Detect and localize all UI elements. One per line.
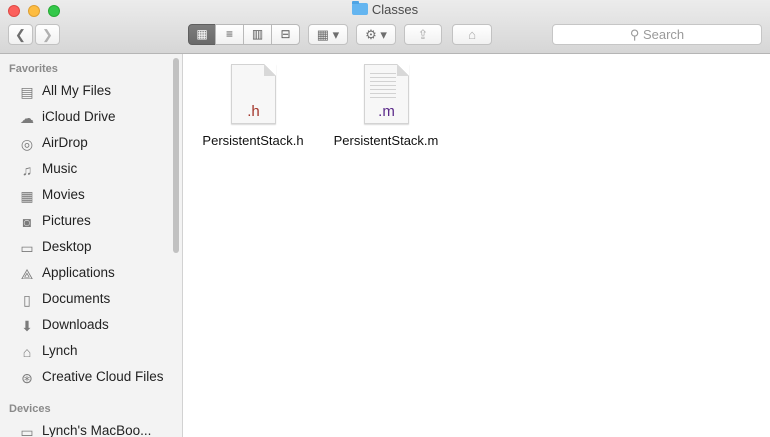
file-item-persistentstack-m[interactable]: .m PersistentStack.m [326, 64, 446, 164]
cloud-icon: ☁ [20, 110, 34, 126]
file-name: PersistentStack.h [202, 133, 304, 148]
sidebar-item-creative-cloud-files[interactable]: ⊛ Creative Cloud Files [0, 365, 170, 391]
column-view-button[interactable]: ▥ [243, 24, 272, 45]
sidebar-item-airdrop[interactable]: ◎ AirDrop [0, 131, 170, 157]
share-button[interactable]: ⇪ [404, 24, 442, 45]
sidebar-item-label: Downloads [42, 317, 109, 332]
gear-icon: ⚙ ▾ [365, 27, 387, 42]
sidebar-item-label: Lynch [42, 343, 78, 358]
applications-icon: ⟁ [20, 266, 34, 282]
icon-view-button[interactable]: ▦ [188, 24, 216, 45]
sidebar-item-applications[interactable]: ⟁ Applications [0, 261, 170, 287]
sidebar-scrollbar[interactable] [173, 58, 179, 253]
music-note-icon: ♫ [21, 162, 33, 178]
forward-button[interactable]: ❯ [35, 24, 60, 45]
search-field[interactable]: ⚲ Search [552, 24, 762, 45]
back-button[interactable]: ❮ [8, 24, 33, 45]
folder-icon [351, 1, 368, 15]
sidebar-item-lynch[interactable]: ⌂ Lynch [0, 339, 170, 365]
cover-flow-icon: ⊟ [280, 27, 291, 41]
sidebar-item-label: Applications [42, 265, 115, 280]
file-extension-label: .m [378, 103, 395, 120]
arrange-grid-icon: ▦ ▾ [316, 27, 340, 42]
action-button[interactable]: ⚙ ▾ [356, 24, 396, 45]
tag-icon: ⌂ [468, 27, 476, 42]
source-file-icon: .m [364, 64, 409, 124]
laptop-icon: ▭ [20, 424, 34, 437]
grid-icon: ▦ [196, 27, 208, 41]
sidebar-item-movies[interactable]: ▦ Movies [0, 183, 170, 209]
sidebar-item-desktop[interactable]: ▭ Desktop [0, 235, 170, 261]
list-icon: ≡ [225, 27, 233, 41]
sidebar-item-label: All My Files [42, 83, 112, 98]
film-icon: ▦ [20, 188, 34, 204]
window-title: Classes [0, 1, 770, 17]
chevron-left-icon: ❮ [15, 27, 26, 42]
sidebar-item-pictures[interactable]: ◙ Pictures [0, 209, 170, 235]
sidebar-item-label: AirDrop [42, 135, 88, 150]
window-titlebar: Classes ❮ ❯ ▦ ≡ ▥ ⊟ ▦ ▾ ⚙ ▾ ⇪ ⌂ ⚲ Search [0, 0, 770, 54]
sidebar-item-documents[interactable]: ▯ Documents [0, 287, 170, 313]
home-icon: ⌂ [22, 344, 32, 360]
search-placeholder: Search [642, 27, 685, 42]
creative-cloud-icon: ⊛ [21, 370, 33, 386]
sidebar-item-label: Desktop [42, 239, 92, 254]
sidebar-item-music[interactable]: ♫ Music [0, 157, 170, 183]
sidebar-section-favorites: Favorites [9, 63, 58, 75]
cover-flow-view-button[interactable]: ⊟ [271, 24, 300, 45]
header-file-icon: .h [231, 64, 276, 124]
sidebar-section-devices: Devices [9, 403, 51, 415]
sidebar-item-label: Lynch's MacBoo... [42, 423, 152, 437]
sidebar-item-label: Music [42, 161, 78, 176]
document-icon: ▯ [23, 292, 31, 308]
airdrop-icon: ◎ [20, 136, 34, 152]
sidebar-item-label: iCloud Drive [42, 109, 116, 124]
tag-button[interactable]: ⌂ [452, 24, 492, 45]
columns-icon: ▥ [251, 27, 264, 41]
all-files-icon: ▤ [20, 84, 34, 100]
desktop-icon: ▭ [20, 240, 34, 256]
file-extension-label: .h [247, 103, 260, 120]
sidebar-item-label: Movies [42, 187, 85, 202]
sidebar-item-macbook[interactable]: ▭ Lynch's MacBoo... [0, 419, 170, 437]
window-title-text: Classes [371, 2, 419, 17]
sidebar-item-label: Creative Cloud Files [42, 369, 164, 384]
search-icon: ⚲ [629, 27, 640, 42]
chevron-right-icon: ❯ [42, 27, 53, 42]
file-browser: .h PersistentStack.h .m PersistentStack.… [184, 54, 770, 437]
sidebar: Favorites ▤ All My Files ☁ iCloud Drive … [0, 54, 183, 437]
sidebar-item-label: Pictures [42, 213, 91, 228]
file-item-persistentstack-h[interactable]: .h PersistentStack.h [193, 64, 313, 164]
share-icon: ⇪ [417, 27, 429, 42]
sidebar-item-all-my-files[interactable]: ▤ All My Files [0, 79, 170, 105]
camera-icon: ◙ [22, 214, 32, 230]
list-view-button[interactable]: ≡ [215, 24, 244, 45]
arrange-button[interactable]: ▦ ▾ [308, 24, 348, 45]
file-name: PersistentStack.m [333, 133, 439, 148]
sidebar-item-label: Documents [42, 291, 111, 306]
download-icon: ⬇ [21, 318, 33, 334]
sidebar-item-icloud-drive[interactable]: ☁ iCloud Drive [0, 105, 170, 131]
sidebar-item-downloads[interactable]: ⬇ Downloads [0, 313, 170, 339]
